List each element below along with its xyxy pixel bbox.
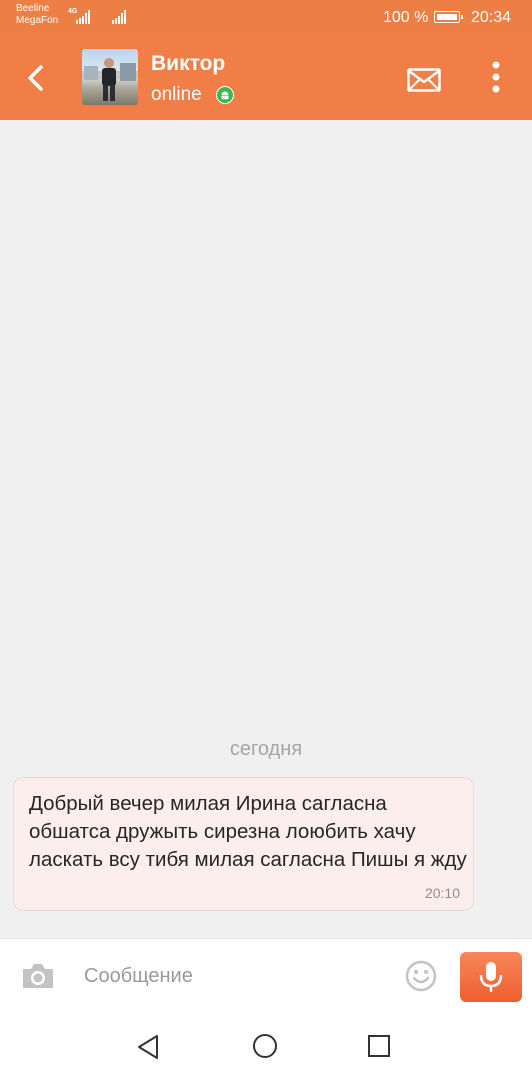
message-input[interactable] bbox=[80, 957, 398, 995]
more-options-button[interactable] bbox=[486, 60, 506, 96]
online-status: online bbox=[151, 84, 202, 105]
avatar[interactable] bbox=[82, 49, 138, 105]
mail-icon bbox=[407, 68, 441, 92]
carrier-labels: Beeline MegaFon bbox=[16, 3, 58, 27]
back-chevron-icon bbox=[28, 65, 43, 91]
carrier-2: MegaFon bbox=[16, 15, 59, 26]
message-text: Добрый вечер милая Ирина сагласна обшатс… bbox=[29, 792, 467, 871]
camera-icon bbox=[23, 964, 53, 988]
back-button[interactable] bbox=[20, 60, 54, 96]
nav-back-button[interactable] bbox=[136, 1034, 160, 1060]
message-composer bbox=[0, 938, 532, 1016]
system-nav-bar bbox=[0, 1016, 532, 1065]
message-bubble[interactable]: Добрый вечер милая Ирина сагласна обшатс… bbox=[13, 777, 474, 911]
voice-message-button[interactable] bbox=[460, 952, 522, 1002]
nav-recents-icon bbox=[368, 1035, 390, 1057]
microphone-icon bbox=[479, 962, 503, 992]
mail-button[interactable] bbox=[407, 68, 441, 92]
battery-percent: 100 % bbox=[383, 9, 429, 26]
camera-button[interactable] bbox=[20, 961, 56, 991]
status-bar: Beeline MegaFon 4G 100 % 20:34 bbox=[0, 0, 532, 36]
more-vertical-icon bbox=[492, 61, 500, 93]
date-separator: сегодня bbox=[229, 738, 303, 760]
signal-icon bbox=[112, 10, 126, 24]
nav-recents-button[interactable] bbox=[367, 1034, 391, 1058]
message-list[interactable]: сегодня Добрый вечер милая Ирина сагласн… bbox=[0, 120, 532, 938]
carrier-1: Beeline bbox=[16, 3, 50, 14]
nav-home-icon bbox=[253, 1034, 277, 1058]
emoji-icon bbox=[405, 960, 437, 992]
battery-icon bbox=[434, 11, 463, 23]
clock: 20:34 bbox=[471, 9, 512, 26]
signal-icon bbox=[76, 10, 90, 24]
emoji-button[interactable] bbox=[404, 959, 438, 993]
message-time: 20:10 bbox=[424, 885, 460, 901]
contact-name: Виктор bbox=[151, 52, 226, 75]
chat-header: Виктор online bbox=[0, 36, 532, 120]
nav-home-button[interactable] bbox=[252, 1033, 278, 1059]
nav-back-icon bbox=[138, 1035, 158, 1059]
android-icon bbox=[216, 86, 234, 104]
